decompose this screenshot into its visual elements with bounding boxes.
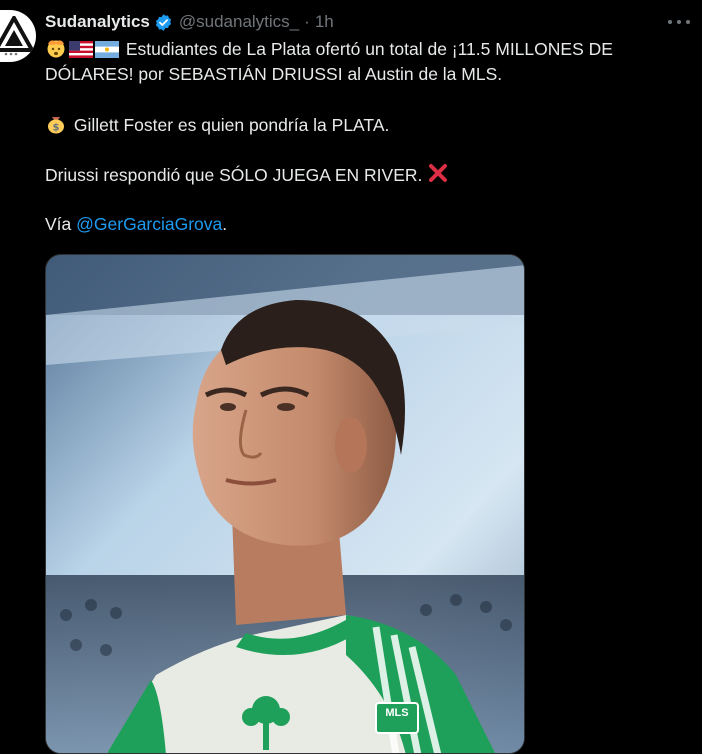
separator-dot: ·: [304, 12, 310, 31]
user-handle[interactable]: @sudanalytics_: [179, 12, 299, 32]
tweet-text: Estudiantes de La Plata ofertó un total …: [125, 39, 613, 59]
mention-link[interactable]: @GerGarciaGrova: [76, 214, 222, 234]
more-options-icon[interactable]: [668, 12, 690, 32]
tweet-text: Gillett Foster es quien pondría la PLATA…: [73, 115, 390, 135]
tweet-text-line-1: Estudiantes de La Plata ofertó un total …: [45, 37, 685, 62]
via-suffix: .: [222, 214, 228, 234]
player-photo: [46, 255, 524, 753]
tweet-text-line-3: $ Gillett Foster es quien pondría la PLA…: [45, 112, 685, 138]
avatar[interactable]: [0, 10, 36, 62]
brand-logo-icon: [0, 16, 36, 56]
money-bag-emoji: $: [48, 117, 64, 134]
tweet[interactable]: Sudanalytics @sudanalytics_ · 1h Estudia…: [0, 0, 702, 754]
mls-badge-label: MLS: [385, 707, 409, 719]
tweet-header: Sudanalytics @sudanalytics_ · 1h: [45, 11, 334, 33]
svg-text:$: $: [53, 123, 60, 134]
tweet-text: Driussi respondió que SÓLO JUEGA EN RIVE…: [45, 165, 423, 185]
us-flag-emoji: [69, 41, 93, 58]
cross-mark-emoji: [429, 164, 448, 182]
tweet-media-image[interactable]: MLS: [45, 254, 525, 754]
tweet-text-line-5: Vía @GerGarciaGrova.: [45, 212, 685, 237]
tweet-text-line-4: Driussi respondió que SÓLO JUEGA EN RIVE…: [45, 162, 685, 188]
via-label: Vía: [45, 214, 77, 234]
verified-badge-icon: [155, 13, 171, 31]
timestamp[interactable]: 1h: [315, 12, 334, 32]
argentina-flag-emoji: [95, 41, 119, 58]
mind-blown-emoji: [47, 40, 65, 58]
display-name[interactable]: Sudanalytics: [45, 12, 150, 32]
tweet-text: DÓLARES! por SEBASTIÁN DRIUSSI al Austin…: [45, 64, 503, 84]
tweet-text-line-2: DÓLARES! por SEBASTIÁN DRIUSSI al Austin…: [45, 62, 685, 87]
